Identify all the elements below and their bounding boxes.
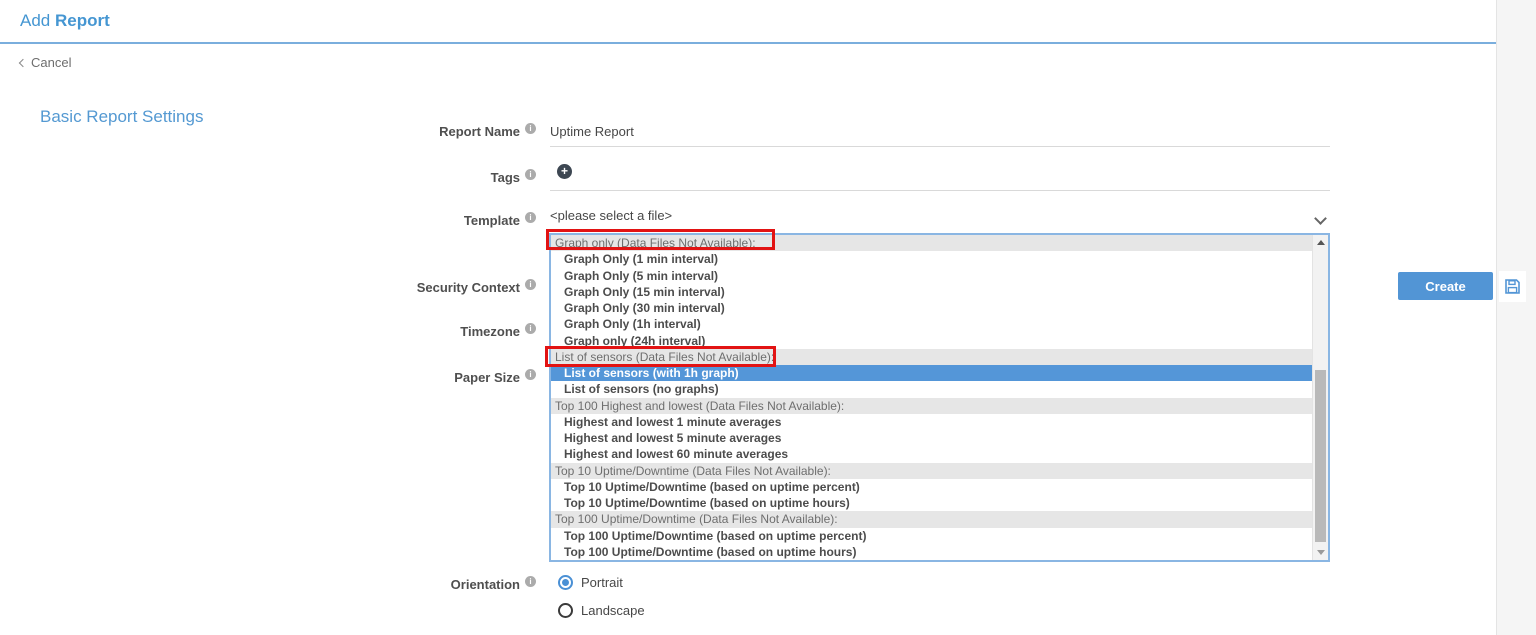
page-header: Add Report: [0, 0, 1496, 44]
template-option[interactable]: Graph Only (5 min interval): [551, 268, 1312, 284]
cancel-label: Cancel: [31, 55, 71, 70]
create-button[interactable]: Create: [1398, 272, 1493, 300]
template-option[interactable]: Highest and lowest 60 minute averages: [551, 446, 1312, 462]
orientation-label: Orientation i: [280, 577, 536, 592]
save-button[interactable]: [1499, 271, 1526, 302]
info-icon[interactable]: i: [525, 369, 536, 380]
radio-selected-icon[interactable]: [558, 575, 573, 590]
template-group-header: Top 10 Uptime/Downtime (Data Files Not A…: [551, 463, 1312, 479]
radio-landscape[interactable]: Landscape: [558, 603, 645, 618]
security-context-label-text: Security Context: [417, 280, 520, 295]
template-option[interactable]: Top 10 Uptime/Downtime (based on uptime …: [551, 495, 1312, 511]
info-icon[interactable]: i: [525, 279, 536, 290]
chevron-left-icon: [19, 58, 27, 66]
timezone-label: Timezone i: [280, 324, 536, 339]
radio-portrait[interactable]: Portrait: [558, 575, 623, 590]
template-select-value[interactable]: <please select a file>: [550, 208, 672, 223]
page-title-prefix: Add: [20, 11, 50, 30]
template-group-header: Top 100 Highest and lowest (Data Files N…: [551, 398, 1312, 414]
radio-unselected-icon[interactable]: [558, 603, 573, 618]
dropdown-scrollbar[interactable]: [1312, 235, 1328, 560]
page-title: Add Report: [20, 11, 110, 31]
template-label-text: Template: [464, 213, 520, 228]
template-option[interactable]: Graph Only (1 min interval): [551, 251, 1312, 267]
template-option[interactable]: Highest and lowest 5 minute averages: [551, 430, 1312, 446]
chevron-down-icon[interactable]: [1314, 212, 1327, 225]
paper-size-label-text: Paper Size: [454, 370, 520, 385]
info-icon[interactable]: i: [525, 323, 536, 334]
info-icon[interactable]: i: [525, 576, 536, 587]
template-option[interactable]: Top 100 Uptime/Downtime (based on uptime…: [551, 544, 1312, 560]
right-gutter: [1496, 0, 1536, 635]
template-option[interactable]: Graph Only (30 min interval): [551, 300, 1312, 316]
add-tag-button[interactable]: +: [557, 164, 572, 179]
scroll-down-arrow-icon[interactable]: [1317, 550, 1325, 555]
floppy-disk-icon: [1505, 279, 1520, 294]
info-icon[interactable]: i: [525, 212, 536, 223]
cancel-button[interactable]: Cancel: [20, 55, 71, 70]
radio-landscape-label: Landscape: [581, 603, 645, 618]
template-option[interactable]: Graph Only (15 min interval): [551, 284, 1312, 300]
template-listbox: Graph only (Data Files Not Available):Gr…: [551, 235, 1312, 560]
security-context-label: Security Context i: [280, 280, 536, 295]
report-name-underline: [550, 146, 1330, 147]
paper-size-label: Paper Size i: [280, 370, 536, 385]
scroll-up-arrow-icon[interactable]: [1317, 240, 1325, 245]
report-name-input[interactable]: Uptime Report: [550, 124, 634, 139]
info-icon[interactable]: i: [525, 123, 536, 134]
tags-underline: [550, 190, 1330, 191]
template-group-header: Graph only (Data Files Not Available):: [551, 235, 1312, 251]
page-title-object: Report: [55, 11, 110, 30]
template-option[interactable]: Top 10 Uptime/Downtime (based on uptime …: [551, 479, 1312, 495]
section-title: Basic Report Settings: [40, 107, 203, 127]
radio-portrait-label: Portrait: [581, 575, 623, 590]
template-label: Template i: [280, 213, 536, 228]
timezone-label-text: Timezone: [460, 324, 520, 339]
scrollbar-thumb[interactable]: [1315, 370, 1326, 542]
template-option[interactable]: List of sensors (no graphs): [551, 381, 1312, 397]
template-option[interactable]: Top 100 Uptime/Downtime (based on uptime…: [551, 528, 1312, 544]
orientation-label-text: Orientation: [451, 577, 520, 592]
template-dropdown-panel: Graph only (Data Files Not Available):Gr…: [549, 233, 1330, 562]
report-name-label: Report Name i: [280, 124, 536, 139]
template-group-header: Top 100 Uptime/Downtime (Data Files Not …: [551, 511, 1312, 527]
report-name-label-text: Report Name: [439, 124, 520, 139]
info-icon[interactable]: i: [525, 169, 536, 180]
template-option[interactable]: List of sensors (with 1h graph): [551, 365, 1312, 381]
template-group-header: List of sensors (Data Files Not Availabl…: [551, 349, 1312, 365]
template-option[interactable]: Highest and lowest 1 minute averages: [551, 414, 1312, 430]
template-option[interactable]: Graph only (24h interval): [551, 333, 1312, 349]
tags-label-text: Tags: [491, 170, 520, 185]
template-option[interactable]: Graph Only (1h interval): [551, 316, 1312, 332]
tags-label: Tags i: [280, 170, 536, 185]
